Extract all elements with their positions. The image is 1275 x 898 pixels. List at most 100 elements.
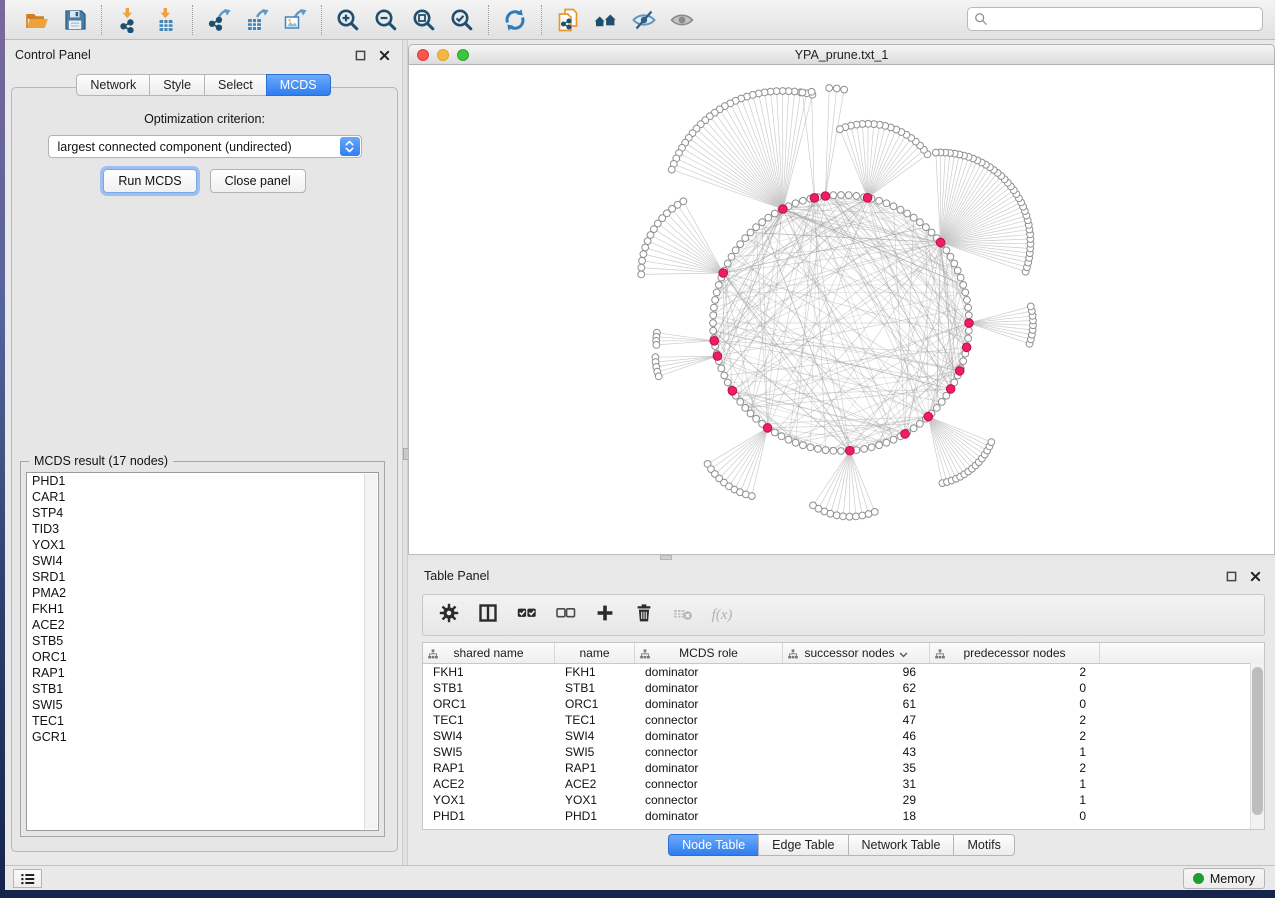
cell-successor-nodes[interactable]: 29 [783,793,930,807]
mcds-result-item[interactable]: SWI5 [27,697,378,713]
tab-mcds[interactable]: MCDS [266,74,331,96]
column-header-shared-name[interactable]: shared name [423,643,555,663]
cell-predecessor-nodes[interactable]: 0 [930,697,1100,711]
table-row[interactable]: TEC1TEC1connector472 [423,712,1264,728]
mcds-result-item[interactable]: STP4 [27,505,378,521]
float-panel-button[interactable] [352,47,368,63]
table-row[interactable]: ORC1ORC1dominator610 [423,696,1264,712]
cell-predecessor-nodes[interactable]: 2 [930,665,1100,679]
cell-successor-nodes[interactable]: 96 [783,665,930,679]
cell-name[interactable]: YOX1 [555,793,635,807]
cell-successor-nodes[interactable]: 62 [783,681,930,695]
cell-name[interactable]: FKH1 [555,665,635,679]
export-image-button[interactable] [279,4,311,36]
mcds-result-item[interactable]: SRD1 [27,569,378,585]
float-table-panel-button[interactable] [1223,568,1239,584]
cell-MCDS-role[interactable]: connector [635,745,783,759]
column-settings-button[interactable] [438,604,460,626]
graphics-details-button[interactable] [628,4,660,36]
table-scrollbar[interactable] [1250,663,1264,829]
refresh-button[interactable] [499,4,531,36]
select-all-button[interactable] [516,604,538,626]
mcds-result-item[interactable]: YOX1 [27,537,378,553]
cell-successor-nodes[interactable]: 31 [783,777,930,791]
cell-predecessor-nodes[interactable]: 1 [930,777,1100,791]
task-history-button[interactable] [13,869,42,888]
cell-predecessor-nodes[interactable]: 2 [930,761,1100,775]
cell-predecessor-nodes[interactable]: 2 [930,713,1100,727]
tab-style[interactable]: Style [149,74,204,96]
close-panel-button-2[interactable]: Close panel [210,169,306,193]
cell-shared-name[interactable]: YOX1 [423,793,555,807]
search-field[interactable] [967,7,1263,31]
table-row[interactable]: STB1STB1dominator620 [423,680,1264,696]
mcds-result-item[interactable]: ORC1 [27,649,378,665]
search-input[interactable] [992,11,1256,27]
cell-name[interactable]: RAP1 [555,761,635,775]
save-session-button[interactable] [59,4,91,36]
mcds-result-item[interactable]: PMA2 [27,585,378,601]
scrollbar-thumb[interactable] [1252,667,1263,815]
cell-shared-name[interactable]: STB1 [423,681,555,695]
table-row[interactable]: ACE2ACE2connector311 [423,776,1264,792]
zoom-selected-button[interactable] [446,4,478,36]
column-header-successor-nodes[interactable]: successor nodes [783,643,930,663]
column-header-MCDS-role[interactable]: MCDS role [635,643,783,663]
mcds-result-item[interactable]: TID3 [27,521,378,537]
cell-predecessor-nodes[interactable]: 0 [930,809,1100,823]
cell-predecessor-nodes[interactable]: 1 [930,793,1100,807]
add-column-button[interactable] [594,604,616,626]
import-table-button[interactable] [150,4,182,36]
mcds-result-item[interactable]: TEC1 [27,713,378,729]
mcds-result-item[interactable]: SWI4 [27,553,378,569]
deselect-all-button[interactable] [555,604,577,626]
cell-successor-nodes[interactable]: 61 [783,697,930,711]
birds-eye-view-button[interactable] [590,4,622,36]
run-mcds-button[interactable]: Run MCDS [103,169,196,193]
cell-shared-name[interactable]: FKH1 [423,665,555,679]
mcds-result-item[interactable]: STB1 [27,681,378,697]
export-network-button[interactable] [203,4,235,36]
cell-successor-nodes[interactable]: 43 [783,745,930,759]
cell-successor-nodes[interactable]: 18 [783,809,930,823]
tab-select[interactable]: Select [204,74,266,96]
clone-network-button[interactable] [552,4,584,36]
zoom-fit-button[interactable] [408,4,440,36]
zoom-out-button[interactable] [370,4,402,36]
table-row[interactable]: YOX1YOX1connector291 [423,792,1264,808]
mcds-result-item[interactable]: STB5 [27,633,378,649]
cell-shared-name[interactable]: ACE2 [423,777,555,791]
cell-MCDS-role[interactable]: dominator [635,729,783,743]
memory-button[interactable]: Memory [1183,868,1265,889]
cell-shared-name[interactable]: TEC1 [423,713,555,727]
mcds-result-item[interactable]: ACE2 [27,617,378,633]
table-tab-edge-table[interactable]: Edge Table [758,834,847,856]
delete-column-button[interactable] [633,604,655,626]
cell-shared-name[interactable]: SWI5 [423,745,555,759]
cell-name[interactable]: TEC1 [555,713,635,727]
cell-successor-nodes[interactable]: 47 [783,713,930,727]
cell-shared-name[interactable]: PHD1 [423,809,555,823]
cell-MCDS-role[interactable]: dominator [635,665,783,679]
mcds-result-item[interactable]: CAR1 [27,489,378,505]
table-row[interactable]: FKH1FKH1dominator962 [423,664,1264,680]
zoom-in-button[interactable] [332,4,364,36]
criterion-dropdown[interactable]: largest connected component (undirected) [48,135,362,158]
cell-shared-name[interactable]: RAP1 [423,761,555,775]
table-tab-node-table[interactable]: Node Table [668,834,758,856]
cell-MCDS-role[interactable]: dominator [635,697,783,711]
network-graph[interactable] [409,65,1275,555]
table-tab-motifs[interactable]: Motifs [953,834,1014,856]
cell-name[interactable]: PHD1 [555,809,635,823]
export-table-button[interactable] [241,4,273,36]
import-network-button[interactable] [112,4,144,36]
table-row[interactable]: SWI4SWI4dominator462 [423,728,1264,744]
mcds-result-item[interactable]: FKH1 [27,601,378,617]
cell-predecessor-nodes[interactable]: 1 [930,745,1100,759]
cell-predecessor-nodes[interactable]: 2 [930,729,1100,743]
cell-name[interactable]: SWI4 [555,729,635,743]
close-panel-button[interactable] [376,47,392,63]
mcds-result-item[interactable]: RAP1 [27,665,378,681]
cell-MCDS-role[interactable]: dominator [635,809,783,823]
network-canvas[interactable] [408,65,1275,555]
